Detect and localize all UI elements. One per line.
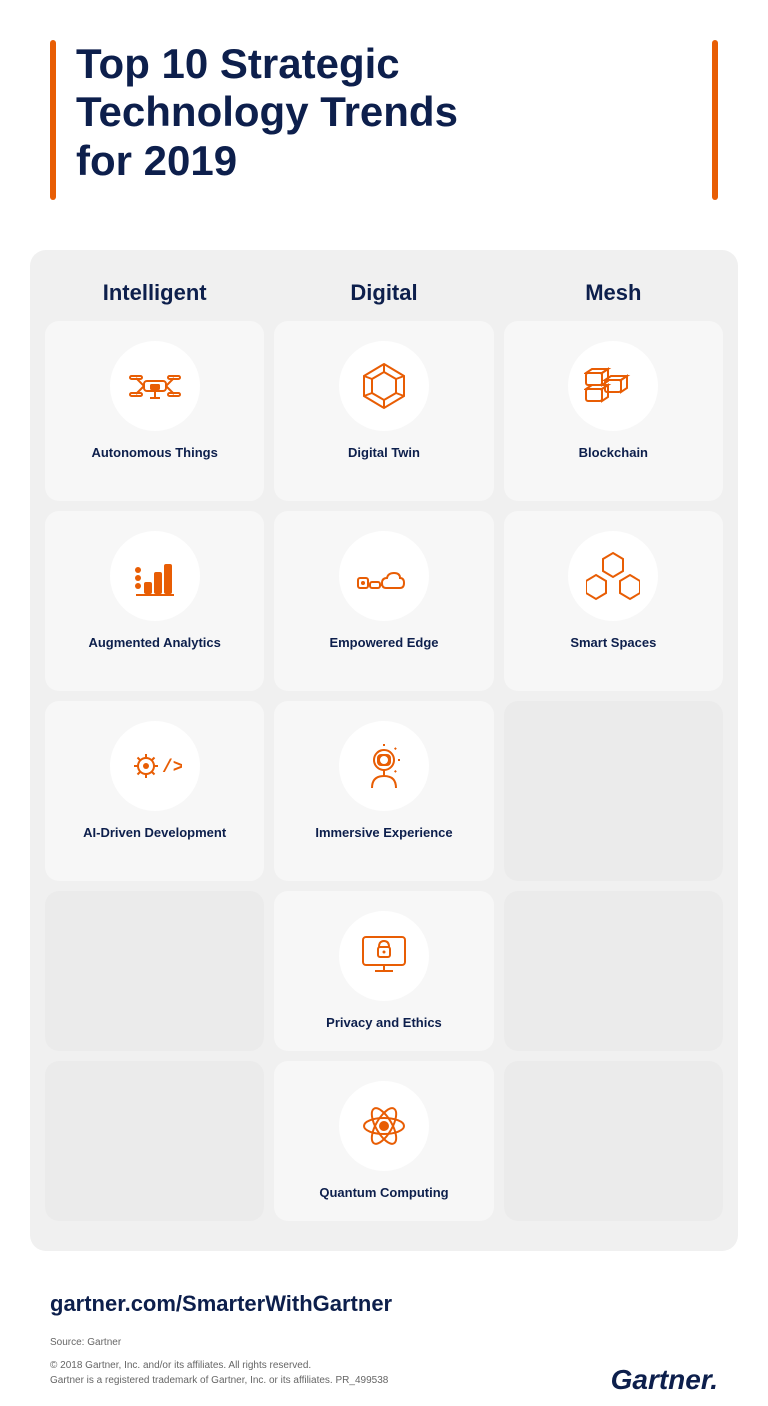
grid-row-3: /> AI-Driven Development (45, 701, 723, 881)
header-accent-right (712, 40, 718, 200)
grid-row-2: Augmented Analytics Empowered Edge (45, 511, 723, 691)
cell-smart-spaces: Smart Spaces (504, 511, 723, 691)
icon-circle-drone (110, 341, 200, 431)
col-header-digital: Digital (274, 270, 493, 311)
cell-empty-right-5 (504, 1061, 723, 1221)
cell-ai-driven: /> AI-Driven Development (45, 701, 264, 881)
digital-twin-icon (358, 360, 410, 412)
cell-empty-left-5 (45, 1061, 264, 1221)
drone-icon (128, 368, 182, 404)
quantum-icon (357, 1099, 411, 1153)
col-header-mesh: Mesh (504, 270, 723, 311)
icon-circle-edge (339, 531, 429, 621)
analytics-icon (128, 554, 182, 598)
icon-circle-privacy (339, 911, 429, 1001)
website-link: gartner.com/SmarterWithGartner (50, 1291, 718, 1317)
blockchain-icon (584, 367, 642, 405)
cell-immersive: Immersive Experience (274, 701, 493, 881)
icon-circle-ai-dev: /> (110, 721, 200, 811)
gartner-logo: Gartner. (611, 1364, 718, 1396)
copyright-text: © 2018 Gartner, Inc. and/or its affiliat… (50, 1358, 388, 1388)
smart-spaces-icon (586, 549, 640, 603)
icon-circle-digital-twin (339, 341, 429, 431)
cell-privacy: Privacy and Ethics (274, 891, 493, 1051)
grid-row-5: Quantum Computing (45, 1061, 723, 1221)
bottom-section: gartner.com/SmarterWithGartner Source: G… (0, 1271, 768, 1406)
grid-row-1: Autonomous Things Digital Twin (45, 321, 723, 501)
label-augmented-analytics: Augmented Analytics (88, 635, 220, 652)
grid-row-4: Privacy and Ethics (45, 891, 723, 1051)
cell-empty-right-4 (504, 891, 723, 1051)
cell-empty-3 (504, 701, 723, 881)
label-ai-driven: AI-Driven Development (83, 825, 226, 842)
label-immersive: Immersive Experience (315, 825, 452, 842)
cell-empty-left-4 (45, 891, 264, 1051)
cell-augmented-analytics: Augmented Analytics (45, 511, 264, 691)
svg-text:/>: /> (162, 758, 182, 778)
label-autonomous-things: Autonomous Things (91, 445, 217, 462)
col-header-intelligent: Intelligent (45, 270, 264, 311)
icon-circle-analytics (110, 531, 200, 621)
icon-circle-quantum (339, 1081, 429, 1171)
label-privacy: Privacy and Ethics (326, 1015, 442, 1032)
icon-circle-blockchain (568, 341, 658, 431)
header-accent-left (50, 40, 56, 200)
source-text: Source: Gartner (50, 1335, 388, 1350)
label-blockchain: Blockchain (579, 445, 648, 462)
footer-row: Source: Gartner © 2018 Gartner, Inc. and… (50, 1335, 718, 1396)
icon-circle-smart-spaces (568, 531, 658, 621)
ai-dev-icon: /> (128, 746, 182, 786)
label-digital-twin: Digital Twin (348, 445, 420, 462)
cell-digital-twin: Digital Twin (274, 321, 493, 501)
column-headers: Intelligent Digital Mesh (45, 270, 723, 311)
immersive-icon (358, 740, 410, 792)
cell-blockchain: Blockchain (504, 321, 723, 501)
header-text: Top 10 Strategic Technology Trends for 2… (76, 40, 692, 200)
page-title: Top 10 Strategic Technology Trends for 2… (76, 40, 692, 185)
label-smart-spaces: Smart Spaces (570, 635, 656, 652)
cell-quantum: Quantum Computing (274, 1061, 493, 1221)
edge-icon (356, 556, 412, 596)
cell-empowered-edge: Empowered Edge (274, 511, 493, 691)
label-empowered-edge: Empowered Edge (329, 635, 438, 652)
cell-autonomous-things: Autonomous Things (45, 321, 264, 501)
privacy-icon (359, 933, 409, 979)
footer-left: Source: Gartner © 2018 Gartner, Inc. and… (50, 1335, 388, 1396)
icon-circle-immersive (339, 721, 429, 811)
label-quantum: Quantum Computing (319, 1185, 448, 1202)
header: Top 10 Strategic Technology Trends for 2… (0, 0, 768, 230)
main-grid: Intelligent Digital Mesh (30, 250, 738, 1251)
